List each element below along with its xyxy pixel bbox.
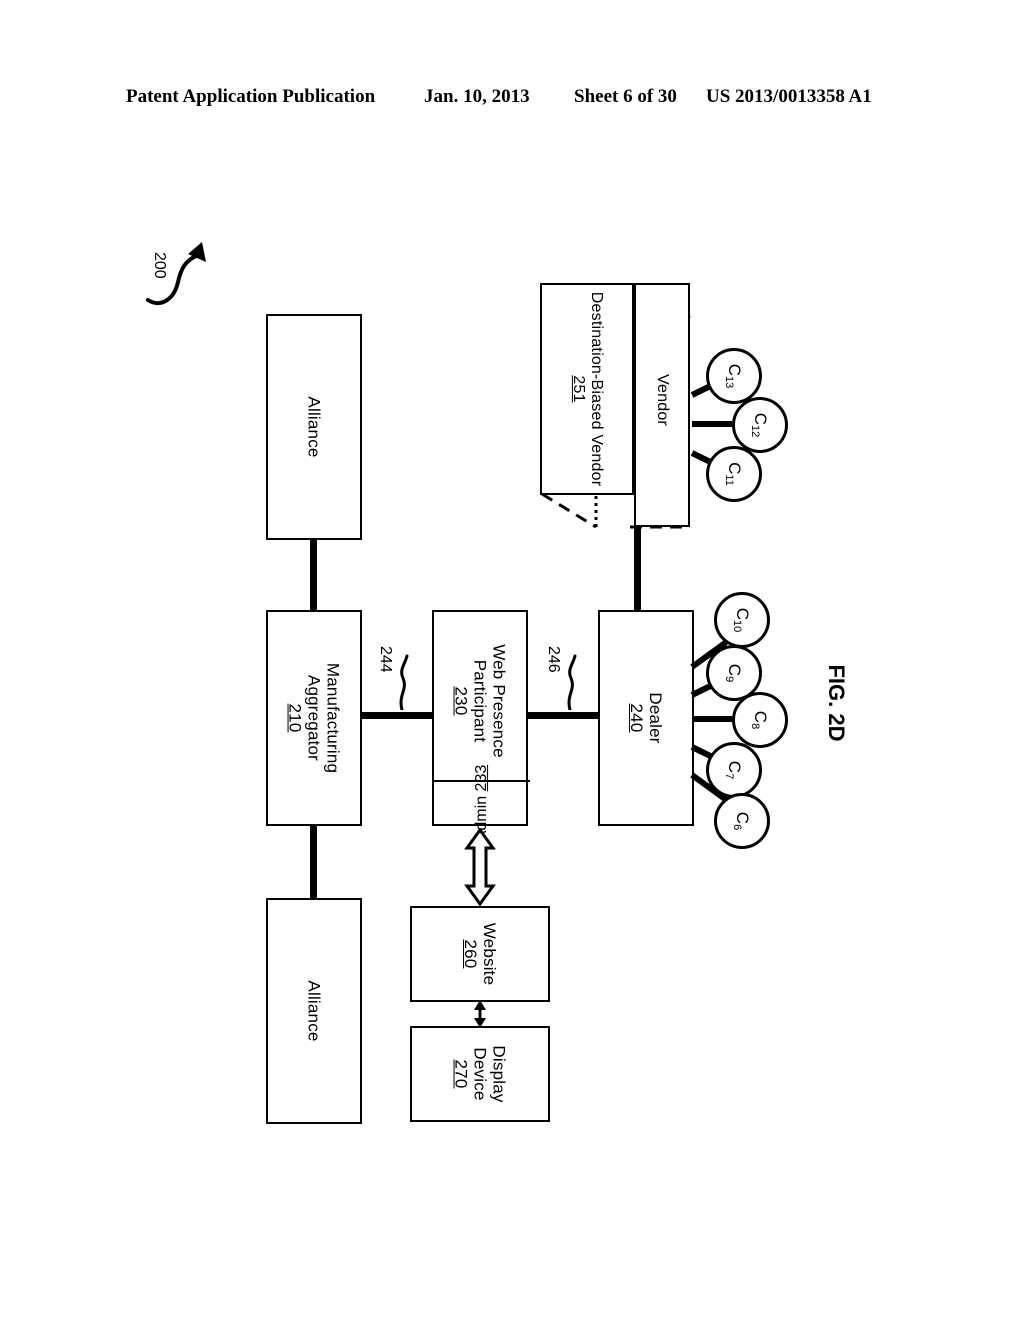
customer-label-c12: C12 bbox=[749, 412, 770, 438]
customer-node-c11[interactable]: C11 bbox=[706, 446, 762, 502]
customer-node-c10[interactable]: C10 bbox=[714, 592, 770, 648]
system-reference-200: 200 bbox=[140, 238, 220, 313]
node-alliance-top-label: Alliance bbox=[304, 396, 324, 458]
c11-base: C bbox=[725, 462, 744, 475]
aggregator-line-2: Aggregator bbox=[304, 674, 324, 762]
node-destination-biased-vendor[interactable]: Destination-Biased Vendor 251 bbox=[540, 283, 634, 495]
dealer-ref: 240 bbox=[627, 703, 646, 733]
customer-node-c7[interactable]: C7 bbox=[706, 742, 762, 798]
spoke-dealer-c8 bbox=[692, 716, 732, 722]
figure-caption: FIG. 2D bbox=[806, 648, 866, 758]
node-display-device-label: Display Device 270 bbox=[451, 1045, 508, 1102]
display-device-ref: 270 bbox=[451, 1059, 471, 1089]
node-vendor[interactable]: Vendor bbox=[634, 283, 690, 527]
node-admin[interactable]: Admin 233 bbox=[434, 765, 530, 841]
page-header: Patent Application Publication Jan. 10, … bbox=[0, 86, 1024, 116]
customer-node-c13[interactable]: C13 bbox=[706, 348, 762, 404]
publication-title: Patent Application Publication bbox=[126, 86, 376, 107]
c8-base: C bbox=[751, 710, 770, 724]
link-244-label: 244 bbox=[377, 646, 394, 673]
c12-base: C bbox=[751, 412, 770, 426]
dealer-text: Dealer bbox=[646, 692, 666, 744]
customer-label-c7: C7 bbox=[723, 760, 744, 780]
node-alliance-bottom-label: Alliance bbox=[304, 980, 324, 1042]
c6-base: C bbox=[733, 811, 752, 825]
c7-sub: 7 bbox=[723, 773, 735, 780]
publication-number: US 2013/0013358 A1 bbox=[706, 86, 872, 107]
c10-sub: 10 bbox=[731, 620, 743, 633]
display-device-line-2: Device bbox=[470, 1047, 490, 1101]
link-244-leader: 244 bbox=[372, 646, 422, 716]
c12-sub: 12 bbox=[749, 425, 761, 438]
c8-sub: 8 bbox=[749, 723, 761, 730]
double-arrow-hollow-icon bbox=[464, 827, 496, 907]
bidirectional-arrow-website-display bbox=[468, 1000, 492, 1028]
sheet-number: Sheet 6 of 30 bbox=[574, 86, 677, 107]
customer-label-c13: C13 bbox=[723, 363, 744, 389]
dbv-text: Destination-Biased Vendor bbox=[587, 291, 605, 487]
display-device-line-1: Display bbox=[489, 1045, 509, 1103]
customer-label-c6: C6 bbox=[731, 811, 752, 831]
customer-label-c8: C8 bbox=[749, 710, 770, 730]
node-manufacturing-aggregator-label: Manufacturing Aggregator 210 bbox=[285, 663, 342, 773]
c9-sub: 9 bbox=[723, 676, 735, 683]
customer-node-c8[interactable]: C8 bbox=[732, 692, 788, 748]
system-reference-label: 200 bbox=[151, 252, 168, 279]
c11-sub: 11 bbox=[723, 474, 735, 486]
node-web-presence-participant-label: Web Presence Participant 230 bbox=[451, 644, 508, 758]
website-text: Website bbox=[480, 922, 500, 986]
customer-node-c6[interactable]: C6 bbox=[714, 793, 770, 849]
node-destination-biased-vendor-label: Destination-Biased Vendor 251 bbox=[569, 292, 605, 486]
vendor-stack-group: Destination-Biased Vendor 251 Vendor bbox=[530, 275, 710, 545]
publication-date: Jan. 10, 2013 bbox=[424, 86, 530, 107]
customer-node-c12[interactable]: C12 bbox=[732, 397, 788, 453]
node-website[interactable]: Website 260 bbox=[410, 906, 550, 1002]
link-246-leader: 246 bbox=[540, 646, 590, 716]
spoke-vendor-c12 bbox=[692, 421, 732, 427]
node-display-device[interactable]: Display Device 270 bbox=[410, 1026, 550, 1122]
node-dealer-label: Dealer 240 bbox=[627, 692, 665, 743]
wpp-ref: 230 bbox=[451, 686, 471, 716]
figure-caption-label: FIG. 2D bbox=[824, 664, 849, 742]
customer-label-c9: C9 bbox=[723, 663, 744, 683]
node-website-label: Website 260 bbox=[461, 923, 499, 986]
customer-label-c11: C11 bbox=[723, 462, 744, 486]
bidirectional-arrow-admin-website bbox=[461, 827, 499, 907]
node-alliance-bottom[interactable]: Alliance bbox=[266, 898, 362, 1124]
aggregator-ref: 210 bbox=[285, 703, 305, 733]
connector-aggregator-to-alliance-bottom bbox=[310, 826, 317, 898]
link-246-label: 246 bbox=[545, 646, 562, 673]
website-ref: 260 bbox=[461, 939, 480, 969]
c6-sub: 6 bbox=[731, 824, 743, 831]
aggregator-line-1: Manufacturing bbox=[323, 662, 343, 774]
c13-sub: 13 bbox=[723, 376, 735, 389]
node-web-presence-participant[interactable]: Web Presence Participant 230 Admin 233 bbox=[432, 610, 530, 841]
wpp-line-1: Web Presence bbox=[489, 644, 509, 758]
node-alliance-top[interactable]: Alliance bbox=[266, 314, 362, 540]
connector-alliance-top-to-aggregator bbox=[310, 538, 317, 610]
c7-base: C bbox=[725, 760, 744, 774]
dbv-ref: 251 bbox=[570, 375, 587, 403]
node-manufacturing-aggregator[interactable]: Manufacturing Aggregator 210 bbox=[266, 610, 362, 826]
c13-base: C bbox=[725, 363, 744, 377]
node-vendor-label: Vendor bbox=[653, 374, 671, 427]
c10-base: C bbox=[733, 607, 752, 621]
wpp-line-2: Participant bbox=[470, 659, 490, 743]
c9-base: C bbox=[725, 663, 744, 677]
customer-label-c10: C10 bbox=[731, 607, 752, 633]
admin-ref: 233 bbox=[473, 764, 491, 792]
double-arrow-solid-icon bbox=[474, 1000, 486, 1028]
node-dealer[interactable]: Dealer 240 bbox=[598, 610, 694, 826]
